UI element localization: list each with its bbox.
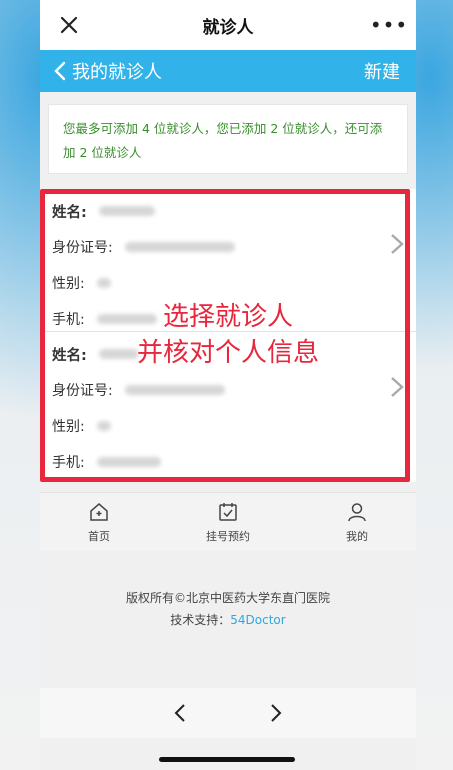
tab-label: 挂号预约 [206,529,250,543]
back-label: 我的就诊人 [72,62,162,83]
redacted-value [96,421,111,431]
footer: 版权所有©北京中医药大学东直门医院 技术支持：54Doctor [40,587,416,631]
more-options-icon[interactable]: ••• [370,12,407,38]
tab-bar: 首页 挂号预约 我的 [40,492,416,551]
new-button[interactable]: 新建 [364,58,400,84]
tab-label: 我的 [346,529,368,543]
redacted-value [96,457,161,467]
nav-header: 我的就诊人 新建 [40,50,416,92]
tab-mine[interactable]: 我的 [346,501,368,544]
home-indicator[interactable] [159,757,295,762]
annotation-line-2: 并核对个人信息 [136,338,319,368]
calendar-check-icon [219,502,237,521]
chevron-right-icon [391,377,404,397]
redacted-value [124,242,235,252]
support-line: 技术支持：54Doctor [40,609,416,631]
annotation-overlay: 选择就诊人 并核对个人信息 [40,299,416,371]
user-icon [348,502,366,521]
support-link[interactable]: 54Doctor [230,613,285,627]
support-label: 技术支持： [170,613,231,627]
phone-label: 手机: [52,455,85,471]
browser-forward-icon[interactable] [268,702,284,724]
tab-appointment[interactable]: 挂号预约 [206,501,250,544]
browser-back-icon[interactable] [172,702,188,724]
quota-notice: 您最多可添加 4 位就诊人，您已添加 2 位就诊人，还可添加 2 位就诊人 [48,104,408,174]
redacted-value [96,278,111,288]
redacted-value [124,385,225,395]
chevron-left-icon [54,61,66,81]
page-title: 就诊人 [202,17,254,38]
name-label: 姓名: [52,204,87,221]
redacted-value [98,206,155,216]
home-icon [90,502,108,521]
id-label: 身份证号: [52,383,113,399]
patient-list: 姓名: 身份证号: 性别: 手机: 姓名: 身份证号: 性别: 手机: 选择就诊… [40,189,416,482]
close-icon[interactable] [54,10,84,40]
title-bar: 就诊人 ••• [40,0,416,50]
chevron-right-icon [391,234,404,254]
id-label: 身份证号: [52,240,113,256]
phone-screen: 就诊人 ••• 我的就诊人 新建 您最多可添加 4 位就诊人，您已添加 2 位就… [40,0,416,770]
tab-label: 首页 [88,529,110,543]
notice-text: 您最多可添加 4 位就诊人，您已添加 2 位就诊人，还可添加 2 位就诊人 [63,121,383,160]
annotation-line-1: 选择就诊人 [162,302,293,332]
tab-home[interactable]: 首页 [88,501,110,544]
gender-label: 性别: [52,276,85,292]
back-button[interactable]: 我的就诊人 [54,58,162,84]
browser-nav-bar [40,688,416,738]
copyright-text: 版权所有©北京中医药大学东直门医院 [125,591,330,605]
gender-label: 性别: [52,419,85,435]
